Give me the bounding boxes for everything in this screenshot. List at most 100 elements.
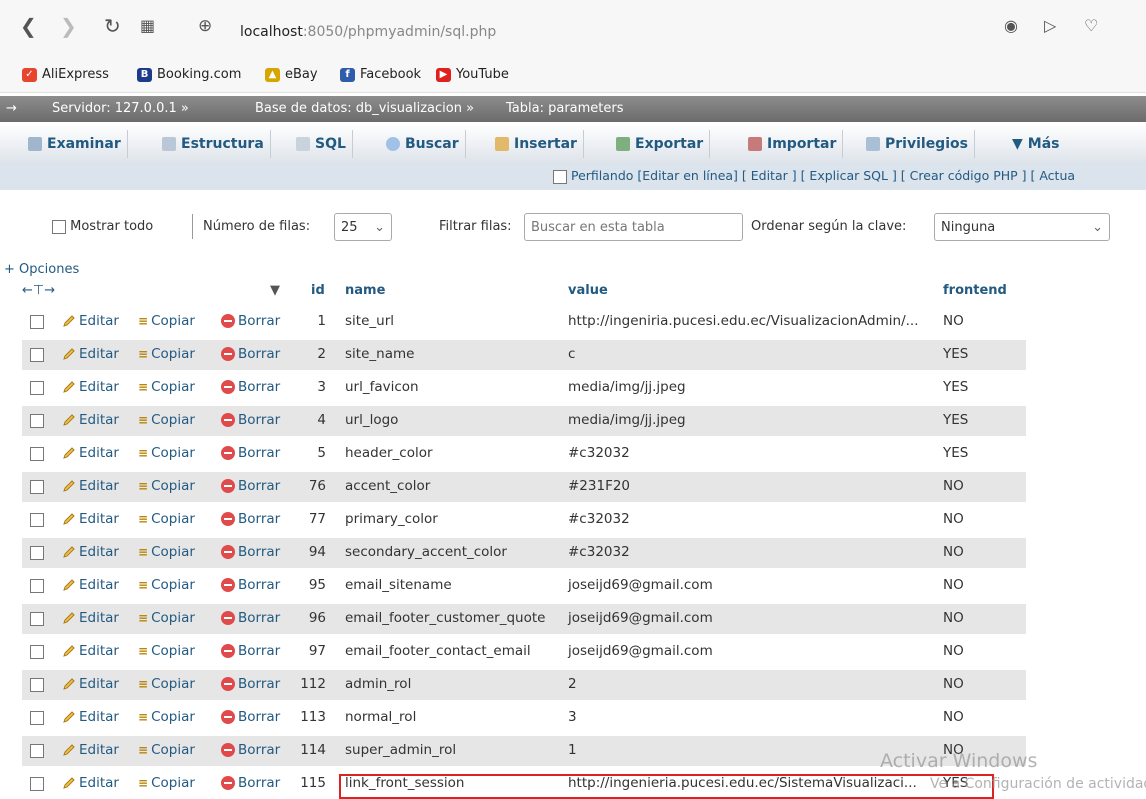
sort-caret-icon[interactable]: ▼	[270, 283, 280, 305]
cell-name[interactable]: admin_rol	[345, 676, 411, 692]
cell-id[interactable]: 3	[22, 379, 326, 395]
profiling-links[interactable]: Perfilando [Editar en línea] [ Editar ] …	[553, 168, 1075, 184]
table-row: Editar ≡ Copiar Borrar 94 secondary_accent_co…	[22, 538, 1026, 568]
cell-id[interactable]: 77	[22, 511, 326, 527]
cell-frontend[interactable]: NO	[943, 676, 964, 692]
send-icon[interactable]: ▷	[1044, 16, 1056, 36]
cell-name[interactable]: normal_rol	[345, 709, 416, 725]
cell-value[interactable]: http://ingeniria.pucesi.edu.ec/Visualiza…	[568, 313, 919, 329]
cell-name[interactable]: url_favicon	[345, 379, 419, 395]
cell-id[interactable]: 2	[22, 346, 326, 362]
column-resize-arrows[interactable]: ←⊤→	[22, 283, 55, 305]
cell-id[interactable]: 113	[22, 709, 326, 725]
tab-buscar[interactable]: Buscar	[380, 130, 466, 158]
cell-id[interactable]: 112	[22, 676, 326, 692]
cell-frontend[interactable]: NO	[943, 577, 964, 593]
back-icon[interactable]: ❮	[20, 16, 37, 36]
tab-examinar[interactable]: Examinar	[22, 130, 128, 158]
cell-name[interactable]: accent_color	[345, 478, 430, 494]
cell-frontend[interactable]: NO	[943, 544, 964, 560]
cell-value[interactable]: joseijd69@gmail.com	[568, 610, 713, 626]
cell-value[interactable]: media/img/jj.jpeg	[568, 412, 686, 428]
profiling-checkbox[interactable]	[553, 169, 567, 184]
cell-frontend[interactable]: NO	[943, 478, 964, 494]
cell-value[interactable]: #c32032	[568, 511, 630, 527]
cell-name[interactable]: email_footer_customer_quote	[345, 610, 545, 626]
cell-name[interactable]: header_color	[345, 445, 433, 461]
tab-importar[interactable]: Importar	[742, 130, 844, 158]
bookmark-ebay[interactable]: ▲ eBay	[265, 67, 318, 82]
cell-value[interactable]: http://ingenieria.pucesi.edu.ec/SistemaV…	[568, 775, 917, 791]
column-header-id[interactable]: id	[311, 283, 325, 305]
cell-value[interactable]: #231F20	[568, 478, 630, 494]
breadcrumb-table[interactable]: Tabla: parameters	[506, 101, 624, 116]
cell-id[interactable]: 97	[22, 643, 326, 659]
forward-icon[interactable]: ❯	[60, 16, 77, 36]
cell-id[interactable]: 76	[22, 478, 326, 494]
cell-value[interactable]: 2	[568, 676, 577, 692]
cell-name[interactable]: super_admin_rol	[345, 742, 456, 758]
tab-mas[interactable]: ▼ Más	[1006, 130, 1066, 158]
cell-id[interactable]: 95	[22, 577, 326, 593]
tab-sql[interactable]: SQL	[290, 130, 353, 158]
cell-id[interactable]: 114	[22, 742, 326, 758]
cell-id[interactable]: 94	[22, 544, 326, 560]
cell-id[interactable]: 96	[22, 610, 326, 626]
cell-frontend[interactable]: NO	[943, 610, 964, 626]
cell-name[interactable]: email_footer_contact_email	[345, 643, 531, 659]
cell-id[interactable]: 1	[22, 313, 326, 329]
cell-frontend[interactable]: NO	[943, 643, 964, 659]
bookmark-youtube[interactable]: ▶ YouTube	[436, 67, 509, 82]
cell-value[interactable]: #c32032	[568, 544, 630, 560]
cell-value[interactable]: joseijd69@gmail.com	[568, 577, 713, 593]
reload-icon[interactable]: ↻	[104, 16, 121, 36]
cell-value[interactable]: media/img/jj.jpeg	[568, 379, 686, 395]
options-link[interactable]: + Opciones	[4, 262, 79, 277]
cell-value[interactable]: #c32032	[568, 445, 630, 461]
camera-icon[interactable]: ◉	[1004, 16, 1018, 36]
show-all-option[interactable]: Mostrar todo	[52, 219, 153, 234]
cell-id[interactable]: 4	[22, 412, 326, 428]
cell-name[interactable]: url_logo	[345, 412, 398, 428]
show-all-checkbox[interactable]	[52, 219, 66, 234]
cell-frontend[interactable]: YES	[943, 445, 968, 461]
cell-value[interactable]: 1	[568, 742, 577, 758]
cell-frontend[interactable]: YES	[943, 346, 968, 362]
bookmark-facebook[interactable]: f Facebook	[340, 67, 421, 82]
cell-frontend[interactable]: YES	[943, 379, 968, 395]
cell-id[interactable]: 5	[22, 445, 326, 461]
cell-value[interactable]: c	[568, 346, 575, 362]
tab-privilegios[interactable]: Privilegios	[860, 130, 975, 158]
cell-name[interactable]: email_sitename	[345, 577, 452, 593]
bookmark-aliexpress[interactable]: ✓ AliExpress	[22, 67, 109, 82]
breadcrumb-database[interactable]: Base de datos: db_visualizacion »	[255, 101, 474, 116]
column-header-name[interactable]: name	[345, 283, 385, 305]
cell-name[interactable]: primary_color	[345, 511, 438, 527]
grid-icon[interactable]: ▦	[140, 16, 155, 36]
privileges-icon	[866, 137, 880, 151]
cell-value[interactable]: 3	[568, 709, 577, 725]
cell-frontend[interactable]: YES	[943, 412, 968, 428]
column-header-value[interactable]: value	[568, 283, 608, 305]
cell-id[interactable]: 115	[22, 775, 326, 791]
heart-icon[interactable]: ♡	[1084, 16, 1098, 36]
tab-exportar[interactable]: Exportar	[610, 130, 711, 158]
cell-name[interactable]: link_front_session	[345, 775, 464, 791]
column-header-frontend[interactable]: frontend	[943, 283, 1007, 305]
rows-select[interactable]: 25 ⌄	[334, 213, 392, 241]
cell-name[interactable]: site_url	[345, 313, 394, 329]
url-field[interactable]: localhost:8050/phpmyadmin/sql.php	[240, 24, 496, 40]
filter-input[interactable]: Buscar en esta tabla	[524, 213, 743, 241]
breadcrumb-server[interactable]: Servidor: 127.0.0.1 »	[52, 101, 189, 116]
tab-estructura[interactable]: Estructura	[156, 130, 271, 158]
cell-value[interactable]: joseijd69@gmail.com	[568, 643, 713, 659]
sort-select[interactable]: Ninguna ⌄	[934, 213, 1110, 241]
collapse-arrow-icon[interactable]: →	[6, 101, 17, 116]
cell-name[interactable]: site_name	[345, 346, 414, 362]
cell-frontend[interactable]: NO	[943, 511, 964, 527]
cell-name[interactable]: secondary_accent_color	[345, 544, 507, 560]
tab-insertar[interactable]: Insertar	[489, 130, 584, 158]
bookmark-booking[interactable]: B Booking.com	[137, 67, 241, 82]
cell-frontend[interactable]: NO	[943, 313, 964, 329]
cell-frontend[interactable]: NO	[943, 709, 964, 725]
